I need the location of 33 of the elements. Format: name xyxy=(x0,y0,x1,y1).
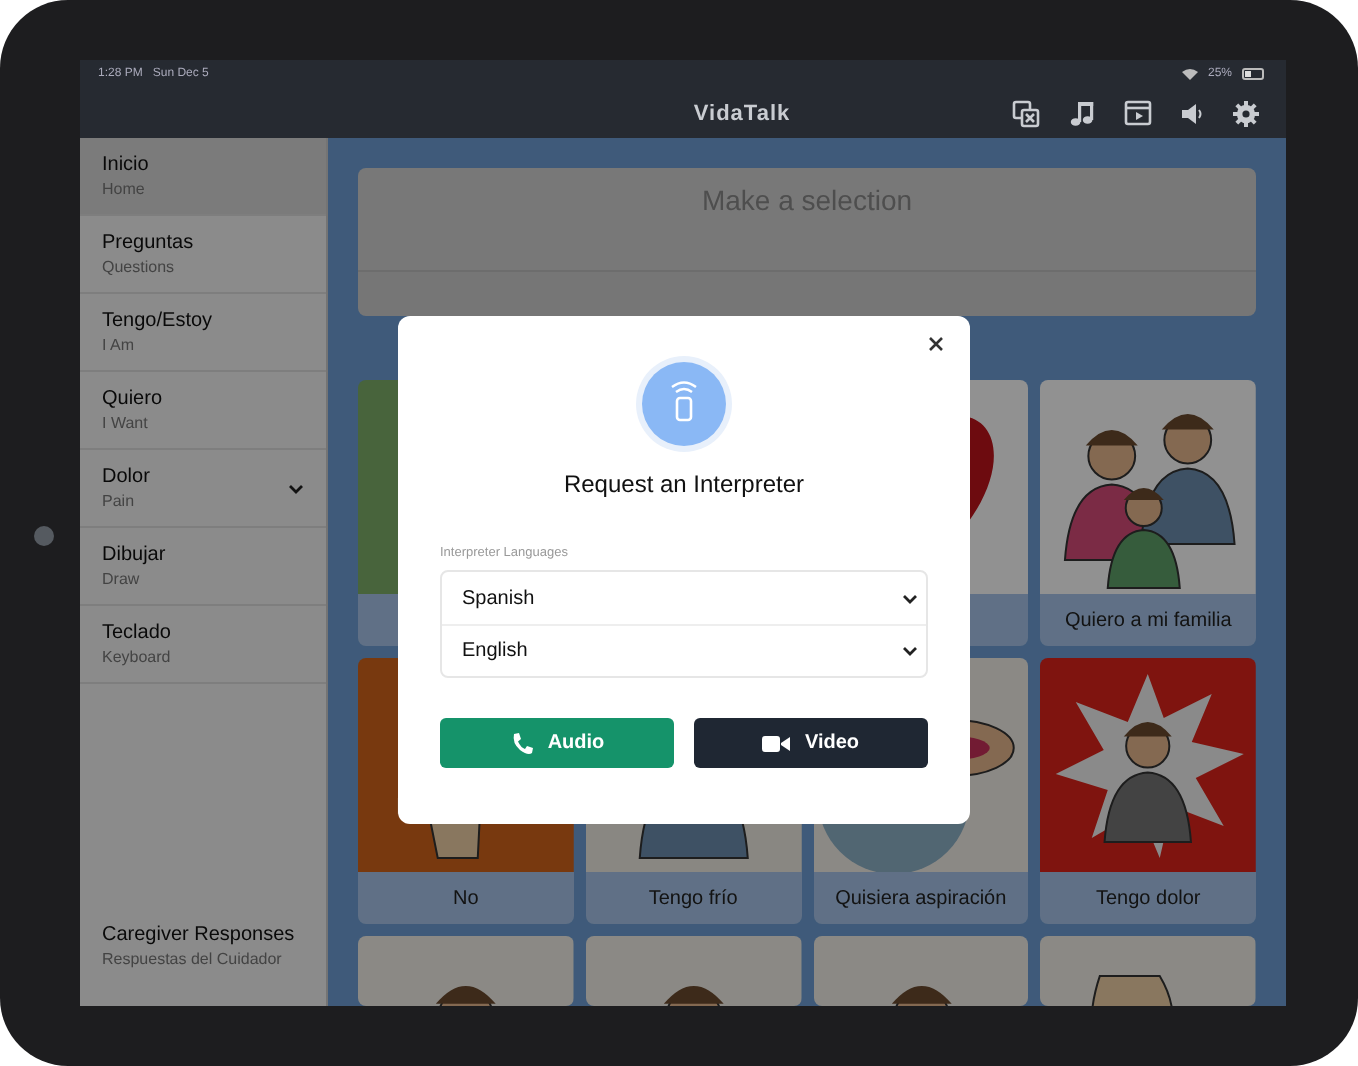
tile-label: Tengo frío xyxy=(585,872,801,924)
tile-label: No xyxy=(358,872,574,924)
chevron-down-icon xyxy=(902,593,918,603)
chevron-down-icon xyxy=(902,646,918,656)
tile-label: Quiero a mi familia xyxy=(1040,594,1256,646)
sidebar-item[interactable]: Caregiver Responses Respuestas del Cuidador xyxy=(80,902,326,990)
wifi-icon xyxy=(1181,68,1198,80)
battery-icon xyxy=(1242,68,1266,80)
music-note-icon[interactable] xyxy=(1068,99,1097,127)
video-camera-icon xyxy=(762,733,791,753)
language-select[interactable]: Spanish xyxy=(442,572,926,624)
sidebar-item[interactable]: Preguntas Questions xyxy=(80,216,326,294)
tile-label: Tengo dolor xyxy=(1040,872,1256,924)
phone-icon xyxy=(509,731,534,755)
dialog-title: Request an Interpreter xyxy=(563,470,805,498)
speaker-icon[interactable] xyxy=(1180,101,1205,125)
language-select[interactable]: English xyxy=(442,624,926,676)
sidebar-item[interactable]: Dibujar Draw xyxy=(80,528,326,606)
close-icon[interactable] xyxy=(928,336,944,352)
video-call-button[interactable]: Video xyxy=(694,718,928,768)
sidebar-item[interactable]: Inicio Home xyxy=(80,138,326,216)
tile-label: Quisiera aspiración xyxy=(813,872,1029,924)
video-clip-icon[interactable] xyxy=(1124,100,1153,126)
sidebar-item[interactable]: Quiero I Want xyxy=(80,372,326,450)
sidebar-item[interactable]: Teclado Keyboard xyxy=(80,606,326,684)
translate-icon[interactable] xyxy=(1012,99,1041,127)
interpreter-icon xyxy=(634,354,734,454)
sidebar-item[interactable]: Dolor Pain xyxy=(80,450,326,528)
camera-dot xyxy=(34,526,54,546)
app-title: VidaTalk xyxy=(693,101,791,125)
sidebar-item[interactable]: Tengo/Estoy I Am xyxy=(80,294,326,372)
audio-call-button[interactable]: Audio xyxy=(440,718,674,768)
settings-icon[interactable] xyxy=(1232,99,1261,127)
